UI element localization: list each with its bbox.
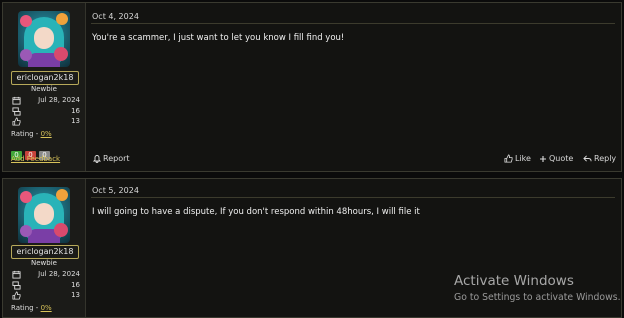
activate-windows-watermark: Activate Windows Go to Settings to activ… <box>454 273 621 303</box>
avatar[interactable] <box>18 187 70 243</box>
calendar-icon <box>12 96 21 105</box>
reply-label: Reply <box>594 154 617 163</box>
thumbs-up-icon <box>12 291 21 300</box>
reply-button[interactable]: Reply <box>583 153 616 165</box>
joined-date: Jul 28, 2024 <box>38 96 80 104</box>
bell-icon <box>92 155 102 163</box>
calendar-icon <box>12 270 21 279</box>
message-count: 16 <box>71 107 80 115</box>
post-date[interactable]: Oct 4, 2024 <box>92 12 139 21</box>
rating: Rating - 0% <box>11 130 52 138</box>
divider <box>91 23 615 24</box>
reaction-count: 13 <box>71 117 80 125</box>
messages-icon <box>12 281 21 290</box>
rating-value[interactable]: 0% <box>41 304 52 312</box>
rating: Rating - 0% <box>11 304 52 312</box>
report-button[interactable]: Report <box>92 153 130 165</box>
joined-row: Jul 28, 2024 <box>12 96 80 106</box>
user-role: Newbie <box>31 259 57 267</box>
plus-icon <box>540 156 546 162</box>
quote-label: Quote <box>549 154 574 163</box>
quote-button[interactable]: Quote <box>539 153 573 165</box>
watermark-subtitle: Go to Settings to activate Windows. <box>454 292 621 303</box>
thumbs-up-icon <box>504 154 513 163</box>
feedback-badges: 000 <box>11 142 53 160</box>
thumbs-up-icon <box>12 117 21 126</box>
like-label: Like <box>515 154 531 163</box>
user-role: Newbie <box>31 85 57 93</box>
reactions-row: 13 <box>12 291 80 301</box>
joined-row: Jul 28, 2024 <box>12 270 80 280</box>
add-feedback-link[interactable]: Add Feedback <box>11 155 60 163</box>
post-message: You're a scammer, I just want to let you… <box>92 33 345 43</box>
post-message: I will going to have a dispute, If you d… <box>92 207 420 217</box>
user-sidebar: ericlogan2k18 Newbie Jul 28, 2024 16 13 … <box>3 3 86 171</box>
divider <box>91 197 615 198</box>
rating-value[interactable]: 0% <box>41 130 52 138</box>
post-1: ericlogan2k18 Newbie Jul 28, 2024 16 13 … <box>2 2 622 172</box>
watermark-title: Activate Windows <box>454 273 574 289</box>
reaction-count: 13 <box>71 291 80 299</box>
username[interactable]: ericlogan2k18 <box>11 71 79 85</box>
post-date[interactable]: Oct 5, 2024 <box>92 186 139 195</box>
reply-icon <box>583 155 592 162</box>
avatar[interactable] <box>18 11 70 67</box>
messages-icon <box>12 107 21 116</box>
user-sidebar: ericlogan2k18 Newbie Jul 28, 2024 16 13 … <box>3 179 86 317</box>
message-count: 16 <box>71 281 80 289</box>
username[interactable]: ericlogan2k18 <box>11 245 79 259</box>
like-button[interactable]: Like <box>504 153 531 165</box>
messages-row: 16 <box>12 107 80 117</box>
reactions-row: 13 <box>12 117 80 127</box>
report-label: Report <box>103 154 130 163</box>
rating-label: Rating - <box>11 304 39 312</box>
messages-row: 16 <box>12 281 80 291</box>
joined-date: Jul 28, 2024 <box>38 270 80 278</box>
rating-label: Rating - <box>11 130 39 138</box>
